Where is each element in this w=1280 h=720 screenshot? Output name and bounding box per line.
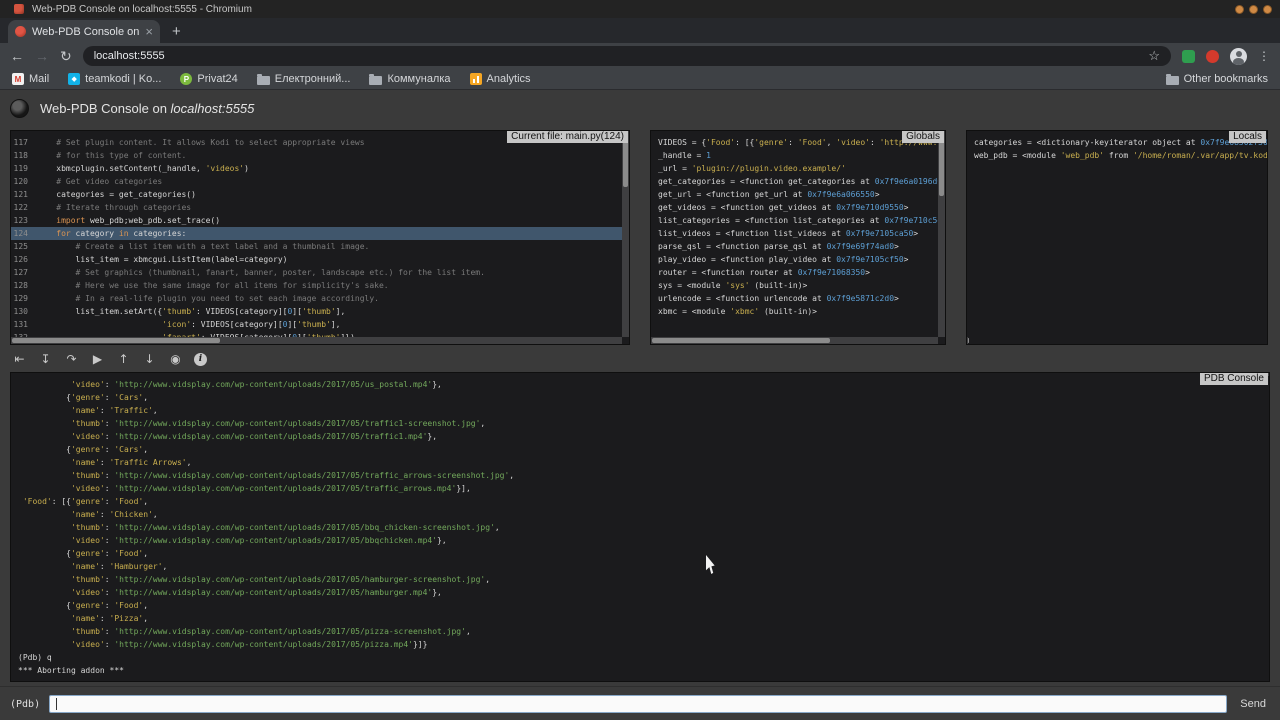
page-header: Web-PDB Console on localhost:5555 xyxy=(0,90,1280,118)
other-bookmarks-label: Other bookmarks xyxy=(1184,73,1268,85)
bookmark-folder-electronic[interactable]: Електронний... xyxy=(257,73,351,85)
bookmark-label: Mail xyxy=(29,73,49,85)
help-button[interactable]: i xyxy=(194,353,207,366)
page-title: Web-PDB Console on localhost:5555 xyxy=(40,101,254,116)
bookmark-label: Коммуналка xyxy=(387,73,450,85)
tab-close-icon[interactable]: × xyxy=(145,25,153,38)
globals-variables: VIDEOS = {'Food': [{'genre': 'Food', 'vi… xyxy=(651,131,945,344)
locals-horizontal-scrollbar[interactable] xyxy=(967,337,968,344)
send-button[interactable]: Send xyxy=(1236,696,1270,712)
window-app-icon xyxy=(14,4,24,14)
locals-label: Locals xyxy=(1229,131,1266,143)
other-bookmarks-button[interactable]: Other bookmarks xyxy=(1166,73,1268,85)
restart-button[interactable]: ⇤ xyxy=(12,351,27,367)
browser-toolbar: ← → ↻ localhost:5555 ☆ ⋮ xyxy=(0,43,1280,69)
extension-red-icon[interactable] xyxy=(1206,50,1219,63)
locals-panel: Locals categories = <dictionary-keyitera… xyxy=(966,130,1268,345)
globals-vertical-scrollbar[interactable] xyxy=(938,131,945,337)
tab-strip: Web-PDB Console on loca × + xyxy=(0,18,1280,43)
profile-avatar[interactable] xyxy=(1230,48,1247,65)
console-output: 'video': 'http://www.vidsplay.com/wp-con… xyxy=(11,373,1269,681)
browser-menu-icon[interactable]: ⋮ xyxy=(1258,49,1270,63)
window-minimize-button[interactable] xyxy=(1235,5,1244,14)
locals-variables: categories = <dictionary-keyiterator obj… xyxy=(967,131,1267,344)
folder-icon xyxy=(257,76,270,85)
window-titlebar: Web-PDB Console on localhost:5555 - Chro… xyxy=(0,0,1280,18)
kodi-icon xyxy=(68,73,80,85)
source-code: 117 # Set plugin content. It allows Kodi… xyxy=(11,131,629,344)
bookmark-label: Електронний... xyxy=(275,73,351,85)
web-pdb-page: Web-PDB Console on localhost:5555 Curren… xyxy=(0,90,1280,719)
mail-icon xyxy=(12,73,24,85)
prompt-divider xyxy=(0,686,1280,687)
app-logo-icon xyxy=(10,99,29,118)
prompt-bar: (Pdb) Send xyxy=(10,693,1270,715)
pdb-input-wrap xyxy=(49,695,1227,713)
tab-favicon-bug-icon xyxy=(15,26,26,37)
code-vertical-scrollbar[interactable] xyxy=(622,131,629,337)
bookmark-privat24[interactable]: Privat24 xyxy=(180,73,237,85)
bookmarks-bar: Mail teamkodi | Ko... Privat24 Електронн… xyxy=(0,69,1280,90)
globals-label: Globals xyxy=(902,131,944,143)
code-horizontal-scrollbar[interactable] xyxy=(11,337,622,344)
globals-panel: Globals VIDEOS = {'Food': [{'genre': 'Fo… xyxy=(650,130,946,345)
browser-tab[interactable]: Web-PDB Console on loca × xyxy=(8,20,160,43)
step-into-button[interactable]: ↧ xyxy=(38,351,53,367)
bookmark-teamkodi[interactable]: teamkodi | Ko... xyxy=(68,73,161,85)
pdb-console-label: PDB Console xyxy=(1200,373,1268,385)
bookmark-label: teamkodi | Ko... xyxy=(85,73,161,85)
address-text: localhost:5555 xyxy=(94,50,165,62)
bookmark-mail[interactable]: Mail xyxy=(12,73,49,85)
debugger-toolbar: ⇤ ↧ ↷ ▶ ↑ ↓ ◉ i xyxy=(12,349,207,369)
reload-icon[interactable]: ↻ xyxy=(60,49,72,63)
step-over-button[interactable]: ↷ xyxy=(64,351,79,367)
tab-title: Web-PDB Console on loca xyxy=(32,26,139,38)
folder-icon xyxy=(1166,76,1179,85)
current-file-label: Current file: main.py(124) xyxy=(507,131,628,143)
text-caret xyxy=(56,698,57,710)
top-panels-row: Current file: main.py(124) 117 # Set plu… xyxy=(10,130,1268,345)
stack-down-button[interactable]: ↓ xyxy=(142,351,157,367)
where-button[interactable]: ◉ xyxy=(168,351,183,367)
continue-button[interactable]: ▶ xyxy=(90,351,105,367)
forward-icon[interactable]: → xyxy=(35,49,49,63)
window-close-button[interactable] xyxy=(1263,5,1272,14)
address-bar[interactable]: localhost:5555 ☆ xyxy=(83,46,1171,66)
pdb-command-input[interactable] xyxy=(50,699,1226,715)
bookmark-label: Analytics xyxy=(487,73,531,85)
stack-up-button[interactable]: ↑ xyxy=(116,351,131,367)
privat24-icon xyxy=(180,73,192,85)
current-file-panel: Current file: main.py(124) 117 # Set plu… xyxy=(10,130,630,345)
pdb-prompt-label: (Pdb) xyxy=(10,699,40,710)
bookmark-analytics[interactable]: Analytics xyxy=(470,73,531,85)
globals-horizontal-scrollbar[interactable] xyxy=(651,337,938,344)
window-maximize-button[interactable] xyxy=(1249,5,1258,14)
browser-window: Web-PDB Console on localhost:5555 - Chro… xyxy=(0,0,1280,720)
bookmark-star-icon[interactable]: ☆ xyxy=(1148,48,1160,64)
back-icon[interactable]: ← xyxy=(10,49,24,63)
pdb-console-panel: PDB Console 'video': 'http://www.vidspla… xyxy=(10,372,1270,682)
analytics-icon xyxy=(470,73,482,85)
new-tab-button[interactable]: + xyxy=(172,24,181,39)
bookmark-label: Privat24 xyxy=(197,73,237,85)
folder-icon xyxy=(369,76,382,85)
bookmark-folder-kommunalka[interactable]: Коммуналка xyxy=(369,73,450,85)
window-title: Web-PDB Console on localhost:5555 - Chro… xyxy=(32,4,252,15)
extension-green-icon[interactable] xyxy=(1182,50,1195,63)
